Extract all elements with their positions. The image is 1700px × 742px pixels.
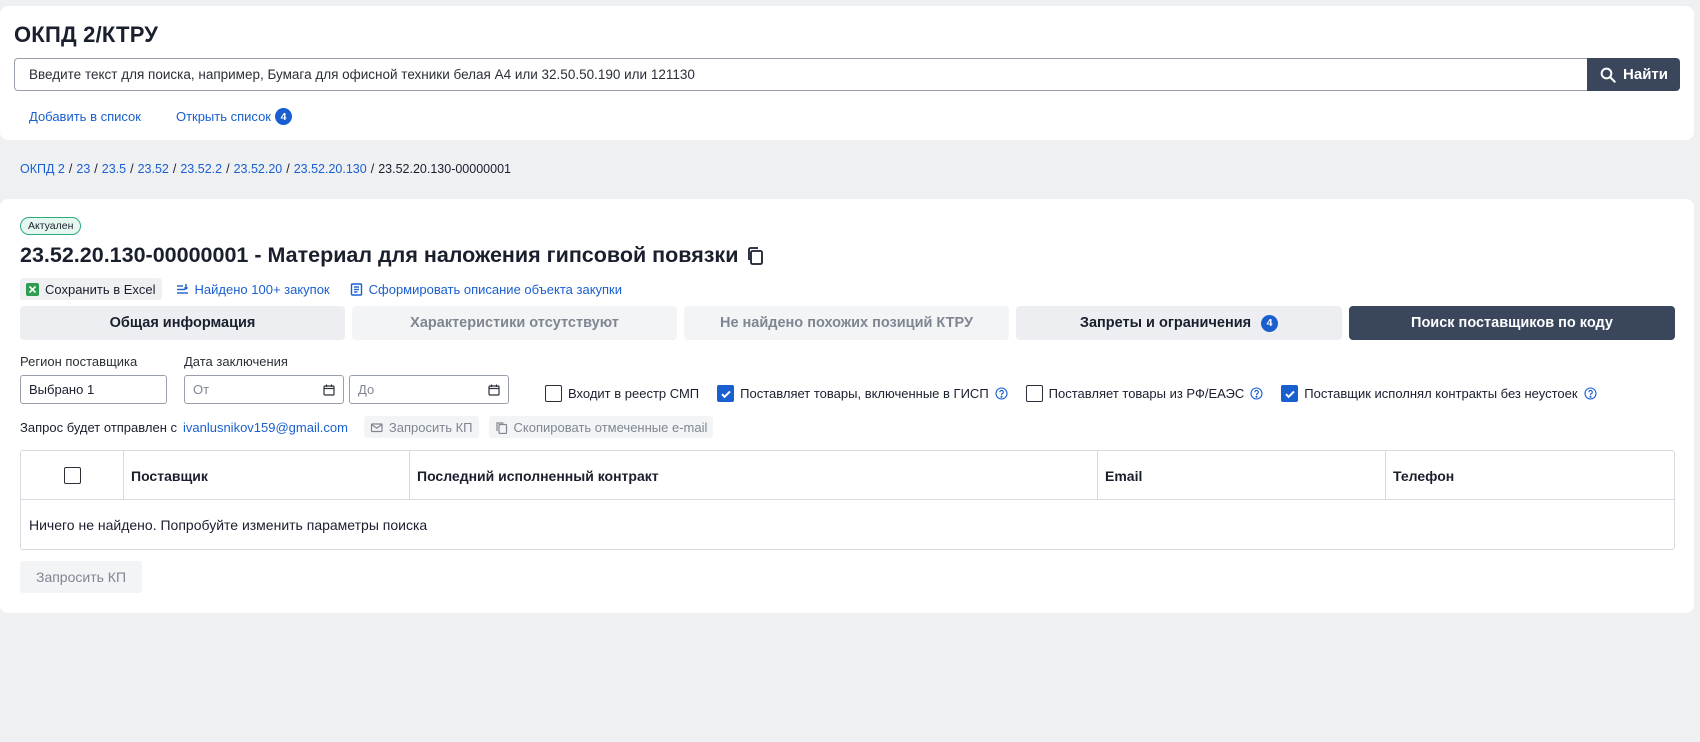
column-header[interactable]: Email (1098, 451, 1386, 500)
tab-similar-positions[interactable]: Не найдено похожих позиций КТРУ (684, 306, 1009, 340)
suppliers-table: Поставщик Последний исполненный контракт… (20, 450, 1675, 550)
breadcrumb-link[interactable]: ОКПД 2 (20, 162, 65, 176)
breadcrumb-link[interactable]: 23.52.20.130 (294, 162, 367, 176)
checkmark-icon (720, 390, 731, 398)
tab-restrictions[interactable]: Запреты и ограничения 4 (1016, 306, 1342, 340)
request-kp-button[interactable]: Запросить КП (363, 416, 479, 438)
help-icon[interactable] (995, 387, 1008, 400)
empty-message: Ничего не найдено. Попробуйте изменить п… (29, 517, 428, 533)
checkbox-label: Поставляет товары из РФ/ЕАЭС (1048, 386, 1245, 401)
column-header[interactable]: Телефон (1386, 451, 1674, 500)
table-header: Поставщик Последний исполненный контракт… (21, 451, 1674, 500)
document-icon (350, 282, 362, 296)
request-kp-bottom-button[interactable]: Запросить КП (20, 561, 142, 593)
region-label: Регион поставщика (20, 354, 138, 369)
request-prefix: Запрос будет отправлен с (20, 419, 177, 435)
breadcrumb-link[interactable]: 23.52.20 (234, 162, 283, 176)
checkbox-label: Поставляет товары, включенные в ГИСП (740, 386, 989, 401)
tabs: Общая информация Характеристики отсутств… (20, 306, 1675, 340)
smp-registry-checkbox[interactable]: Входит в реестр СМП (545, 385, 699, 402)
found-purchases-label: Найдено 100+ закупок (194, 281, 330, 297)
tab-supplier-search[interactable]: Поиск поставщиков по коду (1349, 306, 1675, 340)
filter-checkboxes: Входит в реестр СМП Поставляет товары, в… (545, 385, 1615, 402)
checkbox-unchecked[interactable] (1025, 385, 1043, 402)
date-from-placeholder: От (193, 382, 210, 397)
checkbox-label: Поставщик исполнял контракты без неустое… (1304, 386, 1578, 401)
save-excel-label: Сохранить в Excel (45, 281, 156, 297)
open-list-link[interactable]: Открыть список 4 (176, 108, 292, 125)
app-title: ОКПД 2/КТРУ (14, 22, 159, 47)
breadcrumb-link[interactable]: 23.52 (138, 162, 169, 176)
date-to-input[interactable]: До (349, 375, 509, 404)
help-icon[interactable] (1250, 387, 1263, 400)
status-badge: Актуален (20, 217, 82, 235)
generate-description-link[interactable]: Сформировать описание объекта закупки (344, 278, 628, 300)
tab-general-info[interactable]: Общая информация (20, 306, 345, 340)
breadcrumb-current: 23.52.20.130-00000001 (378, 162, 511, 176)
help-icon[interactable] (1584, 387, 1597, 400)
checkbox-unchecked[interactable] (545, 385, 562, 402)
search-card: ОКПД 2/КТРУ Найти Добавить в список Откр… (0, 6, 1694, 140)
region-select[interactable]: Выбрано 1 (20, 375, 167, 404)
list-count-badge: 4 (274, 108, 292, 125)
item-card: Актуален 23.52.20.130-00000001 - Материа… (0, 199, 1694, 613)
add-to-list-link[interactable]: Добавить в список (29, 109, 141, 124)
list-sort-icon (176, 283, 188, 294)
tab-characteristics[interactable]: Характеристики отсутствуют (352, 306, 677, 340)
page-title-text: 23.52.20.130-00000001 - Материал для нал… (20, 243, 739, 267)
request-kp-label: Запросить КП (388, 419, 473, 435)
checkbox-checked[interactable] (717, 385, 735, 402)
gisp-checkbox[interactable]: Поставляет товары, включенные в ГИСП (717, 385, 1008, 402)
select-all-checkbox[interactable] (63, 467, 81, 484)
checkmark-icon (1285, 390, 1295, 398)
no-penalties-checkbox[interactable]: Поставщик исполнял контракты без неустое… (1281, 385, 1597, 402)
date-label: Дата заключения (184, 354, 288, 369)
excel-icon (26, 282, 39, 296)
open-list-label: Открыть список (175, 109, 271, 124)
breadcrumb: ОКПД 2/ 23/ 23.5/ 23.52/ 23.52.2/ 23.52.… (20, 162, 511, 176)
restrictions-count-badge: 4 (1261, 314, 1279, 332)
rf-eaes-checkbox[interactable]: Поставляет товары из РФ/ЕАЭС (1025, 385, 1264, 402)
calendar-icon (323, 384, 335, 396)
column-header[interactable]: Последний исполненный контракт (410, 451, 1098, 500)
copy-icon[interactable] (746, 246, 764, 266)
request-row: Запрос будет отправлен с ivanlusnikov159… (20, 416, 714, 438)
select-all-cell (21, 451, 124, 500)
page-title: 23.52.20.130-00000001 - Материал для нал… (20, 243, 764, 268)
checkbox-label: Входит в реестр СМП (568, 386, 700, 401)
search-button-label: Найти (1623, 66, 1668, 83)
item-actions: Сохранить в Excel Найдено 100+ закупок С… (20, 278, 628, 300)
column-header[interactable]: Поставщик (124, 451, 410, 500)
search-input[interactable] (14, 58, 1588, 91)
checkbox-checked[interactable] (1281, 385, 1299, 402)
save-excel-button[interactable]: Сохранить в Excel (20, 278, 162, 300)
sender-email-link[interactable]: ivanlusnikov159@gmail.com (183, 420, 348, 435)
date-from-input[interactable]: От (184, 375, 344, 404)
generate-description-label: Сформировать описание объекта закупки (368, 281, 623, 297)
tab-restrictions-label: Запреты и ограничения (1079, 315, 1252, 331)
copy-emails-label: Скопировать отмеченные e-mail (513, 419, 708, 435)
breadcrumb-link[interactable]: 23 (76, 162, 90, 176)
date-to-placeholder: До (358, 382, 375, 397)
search-button[interactable]: Найти (1587, 58, 1680, 91)
search-icon (1600, 67, 1616, 83)
found-purchases-link[interactable]: Найдено 100+ закупок (170, 278, 336, 300)
calendar-icon (488, 384, 500, 396)
list-links: Добавить в список Открыть список 4 (29, 108, 292, 125)
copy-icon (495, 421, 507, 434)
breadcrumb-link[interactable]: 23.52.2 (180, 162, 222, 176)
breadcrumb-link[interactable]: 23.5 (102, 162, 126, 176)
copy-emails-button[interactable]: Скопировать отмеченные e-mail (488, 416, 714, 438)
envelope-icon (370, 422, 383, 432)
